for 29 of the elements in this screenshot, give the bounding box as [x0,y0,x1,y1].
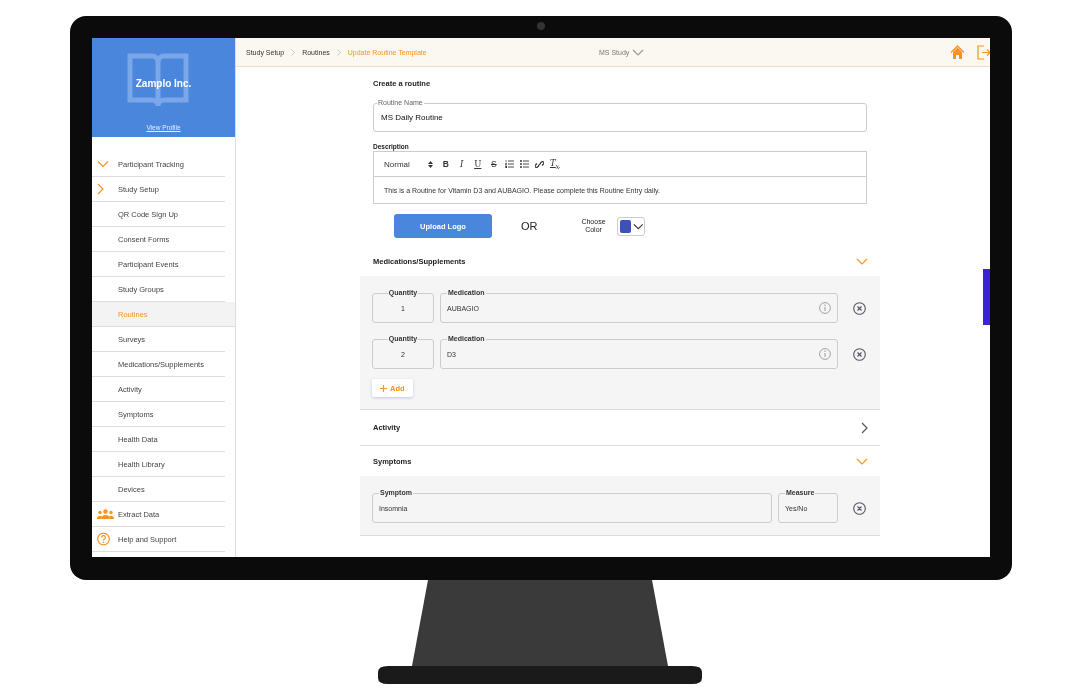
chevron-right-icon [861,421,868,434]
chevron-down-icon [856,257,868,265]
strike-tool[interactable]: S [488,159,499,169]
plus-icon [380,384,387,392]
chevron-down-icon [632,48,645,56]
chevron-down-icon [632,222,644,230]
format-dropdown[interactable]: Normal [384,159,433,169]
link-icon[interactable] [534,159,544,169]
help-icon [97,532,110,546]
chevron-right-icon [97,183,104,195]
bold-tool[interactable]: B [440,159,451,169]
chevron-right-icon [336,48,341,56]
people-icon [97,509,114,519]
company-name: Zamplo Inc. [135,78,192,89]
remove-icon[interactable] [853,347,866,361]
underline-tool[interactable]: U [472,159,483,169]
camera-dot [537,22,545,30]
chevron-right-icon [291,48,296,56]
numbered-list-icon[interactable] [504,160,514,168]
chevron-down-icon [97,160,109,168]
italic-tool[interactable]: I [456,159,467,169]
updown-icon [427,160,433,168]
chevron-down-icon [856,457,868,465]
remove-icon[interactable] [853,301,866,315]
clear-tool[interactable]: T$_{x}$ [549,157,560,171]
remove-icon[interactable] [853,501,866,515]
bullet-list-icon[interactable] [519,160,529,168]
color-picker[interactable] [616,216,645,236]
or-text: OR [521,220,538,232]
